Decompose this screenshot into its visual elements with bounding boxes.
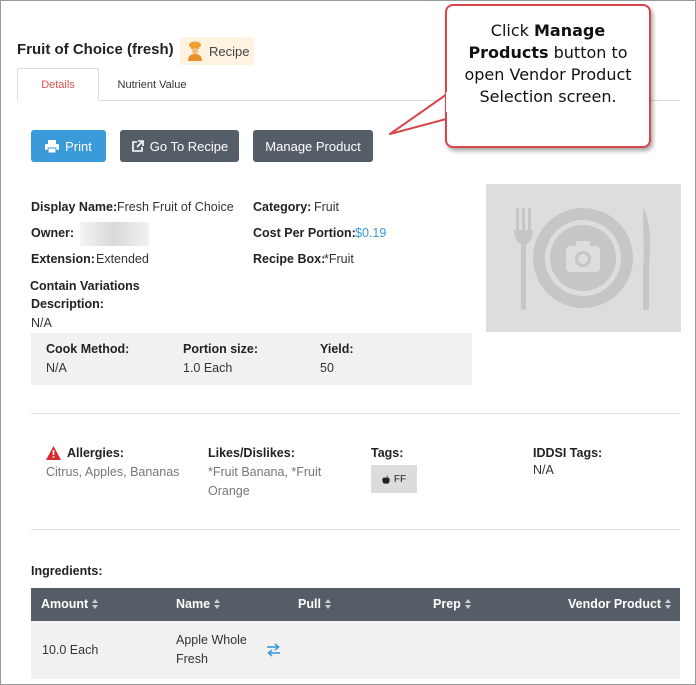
column-header-vendor-product[interactable]: Vendor Product xyxy=(568,597,672,611)
plate-camera-icon xyxy=(514,208,651,310)
column-header-amount[interactable]: Amount xyxy=(41,597,99,611)
tag-chip-label: FF xyxy=(393,473,407,485)
sort-icon xyxy=(665,598,672,610)
column-pull-label: Pull xyxy=(298,597,321,611)
callout-text-start: Click xyxy=(490,21,534,40)
sort-icon xyxy=(464,598,472,610)
likes-dislikes-value-line1: *Fruit Banana, *Fruit xyxy=(208,465,322,479)
extension-value: Extended xyxy=(96,252,149,266)
warning-icon xyxy=(46,446,61,460)
section-divider xyxy=(31,529,680,530)
contain-variations-label: Contain Variations xyxy=(30,279,140,293)
print-button[interactable]: Print xyxy=(31,130,106,162)
manage-product-label: Manage Product xyxy=(265,138,361,154)
display-name-label: Display Name: xyxy=(31,200,118,214)
portion-size-label: Portion size: xyxy=(183,342,259,356)
table-row: 10.0 Each Apple Whole Fresh xyxy=(31,621,680,679)
ingredients-heading: Ingredients: xyxy=(31,564,103,578)
column-header-name[interactable]: Name xyxy=(176,597,221,611)
chef-icon xyxy=(186,41,204,61)
column-vendor-product-label: Vendor Product xyxy=(568,597,662,611)
manage-product-button[interactable]: Manage Product xyxy=(253,130,373,162)
cook-method-value: N/A xyxy=(46,361,67,375)
tag-chip: FF xyxy=(371,465,417,493)
recipe-badge-label: Recipe xyxy=(209,43,250,59)
recipe-photo-placeholder[interactable] xyxy=(486,184,681,332)
section-divider xyxy=(31,413,680,414)
cook-info-box xyxy=(31,333,472,385)
cook-method-label: Cook Method: xyxy=(46,342,130,356)
cost-per-portion-label: Cost Per Portion: xyxy=(253,226,356,240)
tab-details[interactable]: Details xyxy=(17,68,99,101)
page-title: Fruit of Choice (fresh) xyxy=(17,41,174,58)
column-header-prep[interactable]: Prep xyxy=(433,597,472,611)
callout-tail-cover xyxy=(446,92,460,112)
printer-icon xyxy=(45,139,60,153)
description-value: N/A xyxy=(31,316,52,330)
likes-dislikes-label: Likes/Dislikes: xyxy=(208,446,295,460)
instruction-callout: Click Manage Products button to open Ven… xyxy=(445,4,651,148)
ingredients-table-header: Amount Name Pull Prep Vendor Product xyxy=(31,588,680,621)
column-amount-label: Amount xyxy=(41,597,89,611)
allergies-label: Allergies: xyxy=(67,446,124,460)
likes-dislikes-value-line2: Orange xyxy=(208,484,250,498)
external-link-icon xyxy=(131,139,144,152)
column-name-label: Name xyxy=(176,597,211,611)
owner-label: Owner: xyxy=(31,226,75,240)
tags-label: Tags: xyxy=(371,446,404,460)
swap-icon[interactable] xyxy=(266,643,281,657)
description-label: Description: xyxy=(31,297,104,311)
extension-label: Extension: xyxy=(31,252,95,266)
ingredient-name-line1: Apple Whole xyxy=(176,633,247,647)
column-header-pull[interactable]: Pull xyxy=(298,597,332,611)
column-prep-label: Prep xyxy=(433,597,461,611)
recipe-box-value: *Fruit xyxy=(324,252,354,266)
apple-icon xyxy=(382,475,390,484)
portion-size-value: 1.0 Each xyxy=(183,361,233,375)
tab-nutrient-value[interactable]: Nutrient Value xyxy=(103,68,201,101)
display-name-value: Fresh Fruit of Choice xyxy=(117,200,234,214)
category-value: Fruit xyxy=(314,200,339,214)
go-to-recipe-label: Go To Recipe xyxy=(149,138,229,154)
iddsi-tags-label: IDDSI Tags: xyxy=(533,446,603,460)
ingredient-amount: 10.0 Each xyxy=(42,643,99,657)
recipe-box-label: Recipe Box: xyxy=(253,252,326,266)
sort-icon xyxy=(214,598,221,610)
yield-value: 50 xyxy=(320,361,334,375)
cost-per-portion-value[interactable]: $0.19 xyxy=(355,226,386,240)
print-button-label: Print xyxy=(65,138,92,154)
category-label: Category: xyxy=(253,200,312,214)
sort-icon xyxy=(92,598,99,610)
recipe-badge: Recipe xyxy=(180,37,254,65)
owner-value-redacted xyxy=(80,222,149,246)
sort-icon xyxy=(324,598,332,610)
go-to-recipe-button[interactable]: Go To Recipe xyxy=(120,130,239,162)
ingredient-name-line2: Fresh xyxy=(176,652,208,666)
yield-label: Yield: xyxy=(320,342,354,356)
allergies-value: Citrus, Apples, Bananas xyxy=(46,465,180,479)
iddsi-tags-value: N/A xyxy=(533,463,554,477)
